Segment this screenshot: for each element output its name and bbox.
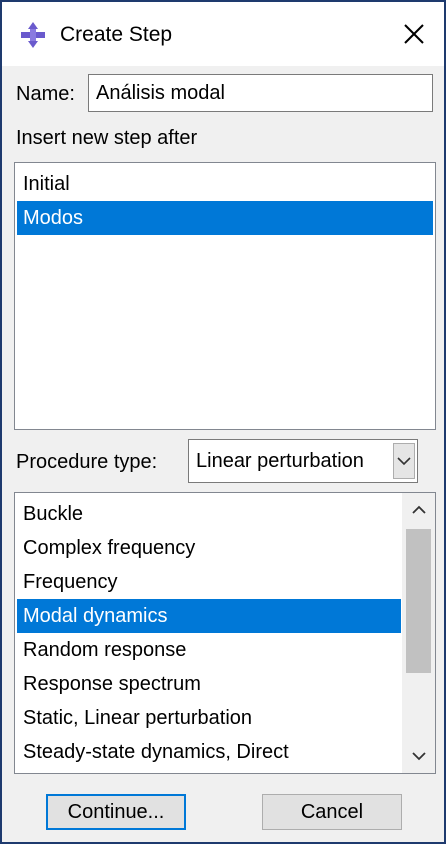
continue-button[interactable]: Continue... [46,794,186,830]
procedure-item-buckle[interactable]: Buckle [17,497,401,531]
scroll-up-button[interactable] [402,493,435,527]
close-button[interactable] [384,2,444,66]
name-label: Name: [16,83,75,105]
name-input[interactable]: Análisis modal [88,74,433,112]
title-bar[interactable]: Create Step [2,2,444,66]
procedure-list[interactable]: Buckle Complex frequency Frequency Modal… [14,492,436,774]
list-item-modos[interactable]: Modos [17,201,433,235]
procedure-item-response-spectrum[interactable]: Response spectrum [17,667,401,701]
procedure-item-static-linear-perturbation[interactable]: Static, Linear perturbation [17,701,401,735]
procedure-item-random-response[interactable]: Random response [17,633,401,667]
insert-after-label: Insert new step after [16,127,198,149]
chevron-up-icon [411,505,426,514]
dialog-title: Create Step [60,23,173,46]
procedure-item-complex-frequency[interactable]: Complex frequency [17,531,401,565]
procedure-type-label: Procedure type: [16,451,158,473]
procedure-list-scrollbar[interactable] [402,493,435,773]
procedure-item-frequency[interactable]: Frequency [17,565,401,599]
cancel-button[interactable]: Cancel [262,794,402,830]
create-step-dialog: Create Step Name: Análisis modal Insert … [0,0,446,844]
insert-after-list[interactable]: Initial Modos [14,162,436,430]
procedure-type-select[interactable]: Linear perturbation [188,439,418,483]
chevron-down-icon [397,457,411,466]
chevron-down-icon [411,752,426,761]
procedure-type-value: Linear perturbation [196,450,364,472]
list-item-initial[interactable]: Initial [17,167,433,201]
close-icon [404,24,424,44]
procedure-item-modal-dynamics[interactable]: Modal dynamics [17,599,401,633]
procedure-type-dropdown-button[interactable] [393,443,415,479]
scroll-down-button[interactable] [402,739,435,773]
scroll-thumb[interactable] [406,529,431,673]
procedure-item-steady-state-dynamics-direct[interactable]: Steady-state dynamics, Direct [17,735,401,769]
abaqus-step-icon [21,22,45,48]
